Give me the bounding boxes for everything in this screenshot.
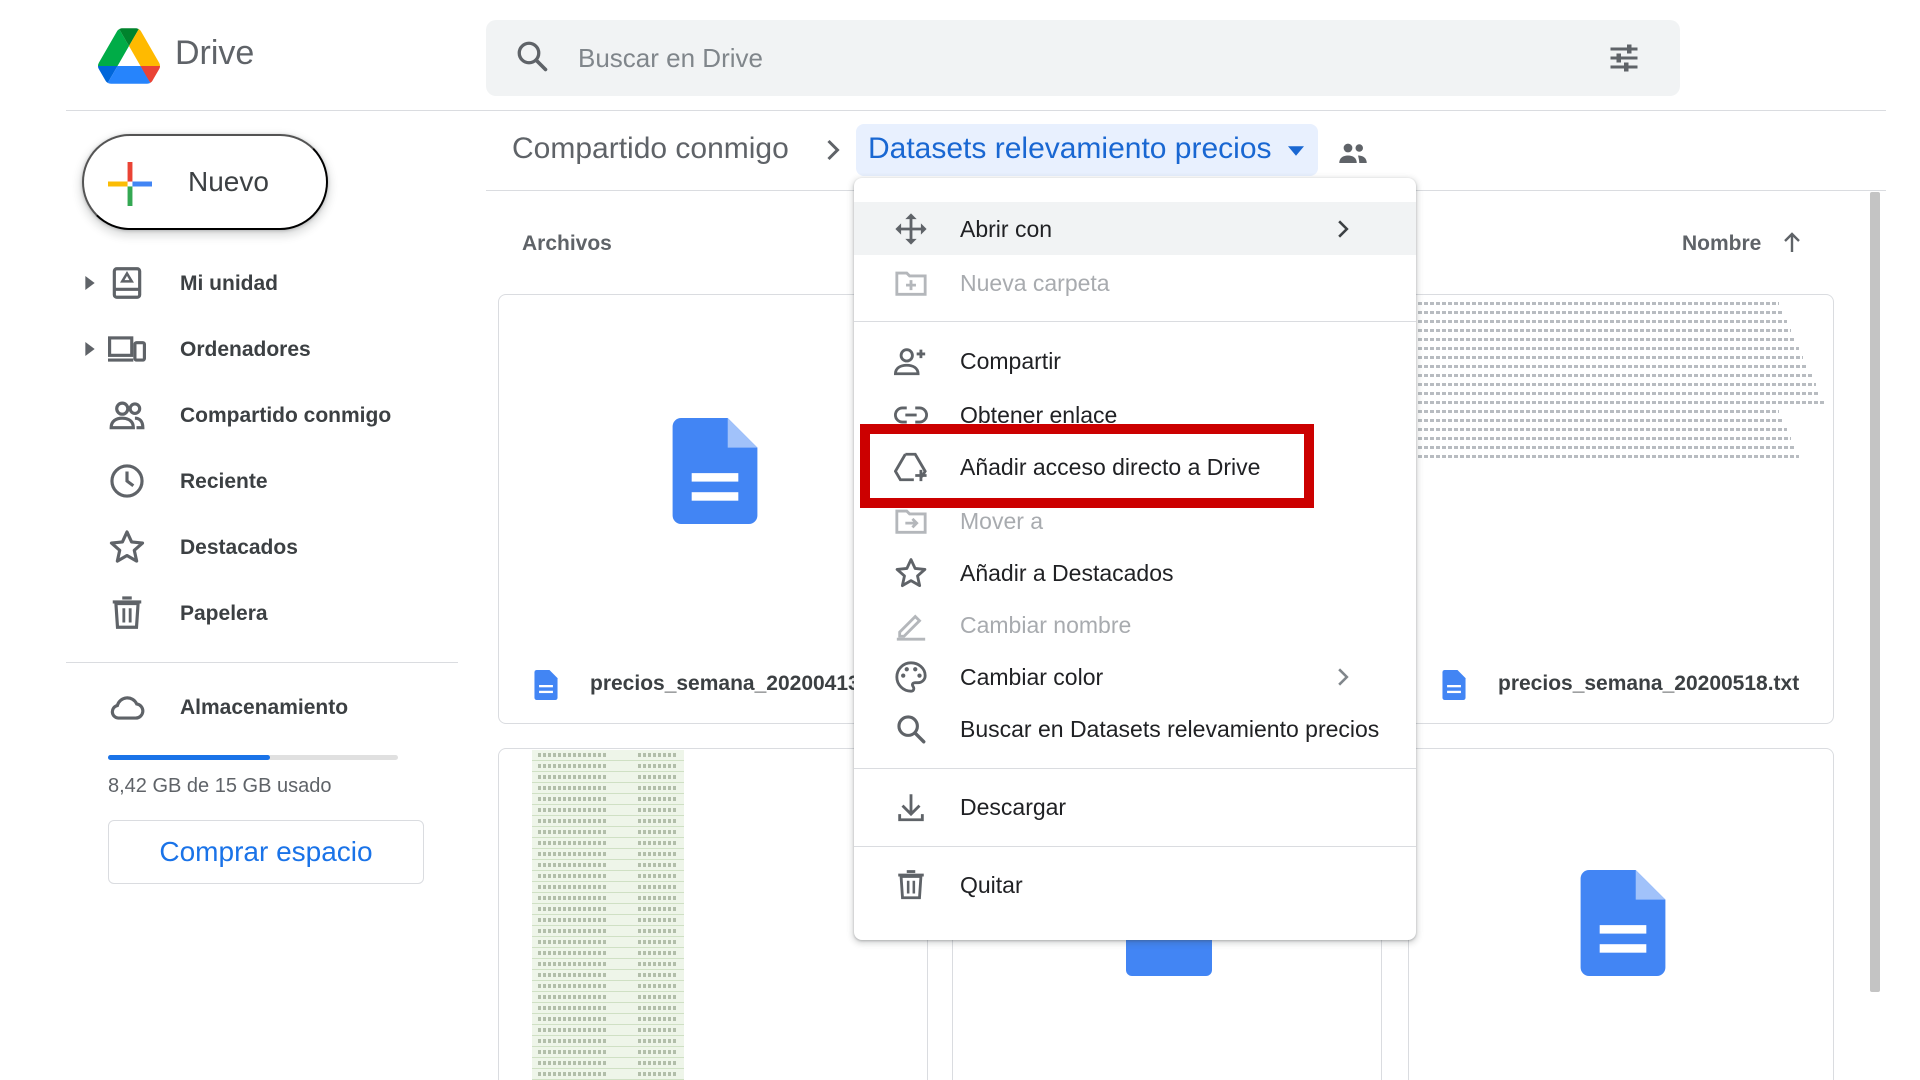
file-name: precios_semana_20200518.txt bbox=[1498, 672, 1800, 695]
expand-arrow-icon[interactable] bbox=[84, 342, 96, 356]
caret-down-icon bbox=[1288, 146, 1304, 156]
sidebar-item-label: Papelera bbox=[180, 602, 268, 625]
trash-icon bbox=[112, 596, 142, 629]
menu-divider bbox=[854, 321, 1416, 322]
expand-arrow-icon[interactable] bbox=[84, 276, 96, 290]
sidebar-item-label: Reciente bbox=[180, 470, 268, 493]
arrow-up-icon[interactable] bbox=[1780, 230, 1804, 256]
menu-item-share[interactable] bbox=[854, 336, 1416, 386]
shared-icon bbox=[109, 401, 145, 430]
storage-bar-fill bbox=[108, 755, 270, 760]
breadcrumb-parent[interactable]: Compartido conmigo bbox=[512, 132, 789, 166]
search-input[interactable] bbox=[578, 36, 1578, 80]
menu-item-open-with[interactable] bbox=[854, 202, 1416, 255]
doc-file-icon bbox=[534, 670, 558, 700]
menu-item-label: Añadir a Destacados bbox=[960, 560, 1174, 586]
menu-item-new-folder[interactable] bbox=[854, 258, 1416, 308]
annotation-highlight-box bbox=[860, 424, 1314, 508]
menu-item-label: Cambiar nombre bbox=[960, 612, 1132, 638]
sort-label[interactable]: Nombre bbox=[1682, 232, 1761, 256]
add-person-icon bbox=[894, 348, 926, 376]
plus-icon bbox=[108, 162, 152, 206]
menu-item-label: Nueva carpeta bbox=[960, 270, 1110, 296]
drive-logo[interactable] bbox=[98, 28, 160, 84]
doc-icon bbox=[1580, 870, 1666, 976]
cloud-icon bbox=[110, 696, 145, 720]
buy-storage-button[interactable]: Comprar espacio bbox=[108, 820, 424, 884]
menu-item-label: Descargar bbox=[960, 794, 1067, 820]
menu-item-rename[interactable] bbox=[854, 600, 1416, 650]
menu-divider bbox=[854, 846, 1416, 847]
text-file-preview bbox=[1418, 296, 1828, 476]
download-icon bbox=[898, 794, 924, 822]
spreadsheet-preview bbox=[532, 750, 684, 1080]
scrollbar[interactable] bbox=[1870, 192, 1880, 992]
menu-item-label: Quitar bbox=[960, 872, 1023, 898]
computers-icon bbox=[108, 336, 146, 362]
star-icon bbox=[895, 558, 927, 588]
app-title: Drive bbox=[175, 34, 255, 72]
pencil-icon bbox=[896, 614, 926, 641]
menu-item-label: Cambiar color bbox=[960, 664, 1104, 690]
sidebar-item-label: Destacados bbox=[180, 536, 298, 559]
menu-item-download[interactable] bbox=[854, 782, 1416, 832]
palette-icon bbox=[895, 661, 927, 693]
move-to-icon bbox=[895, 509, 927, 534]
filter-options-icon[interactable] bbox=[1606, 40, 1642, 76]
breadcrumb-current-label: Datasets relevamiento precios bbox=[868, 132, 1272, 165]
chevron-right-icon bbox=[1338, 220, 1349, 238]
new-button-label: Nuevo bbox=[188, 166, 269, 197]
menu-item-label: Abrir con bbox=[960, 216, 1053, 242]
sidebar-item-label: Mi unidad bbox=[180, 272, 278, 295]
chevron-right-icon bbox=[1338, 668, 1349, 686]
doc-icon bbox=[672, 418, 758, 524]
sidebar-divider bbox=[66, 662, 458, 663]
search-icon[interactable] bbox=[514, 38, 550, 74]
sidebar-item-label: Ordenadores bbox=[180, 338, 311, 361]
storage-usage-text: 8,42 GB de 15 GB usado bbox=[108, 775, 332, 797]
trash-icon bbox=[898, 870, 924, 900]
doc-file-icon bbox=[1442, 670, 1466, 700]
sidebar-item-label: Compartido conmigo bbox=[180, 404, 392, 427]
menu-item-label: Buscar en Datasets relevamiento precios bbox=[960, 716, 1380, 742]
menu-item-change-color[interactable] bbox=[854, 652, 1416, 702]
section-label: Archivos bbox=[522, 232, 612, 255]
menu-item-remove[interactable] bbox=[854, 860, 1416, 910]
new-folder-icon bbox=[895, 271, 927, 296]
search-icon bbox=[897, 715, 926, 744]
menu-item-label: Mover a bbox=[960, 508, 1044, 534]
menu-item-label: Compartir bbox=[960, 348, 1061, 374]
storage-label: Almacenamiento bbox=[180, 696, 349, 719]
my-drive-icon bbox=[112, 267, 142, 299]
menu-divider bbox=[854, 768, 1416, 769]
shared-people-icon[interactable] bbox=[1338, 142, 1368, 164]
clock-icon bbox=[110, 464, 144, 498]
move-arrows-icon bbox=[895, 213, 927, 245]
header-divider bbox=[66, 110, 1886, 111]
star-icon bbox=[109, 530, 145, 563]
file-name: precios_semana_20200413 bbox=[590, 672, 860, 695]
chevron-right-icon bbox=[827, 139, 840, 161]
